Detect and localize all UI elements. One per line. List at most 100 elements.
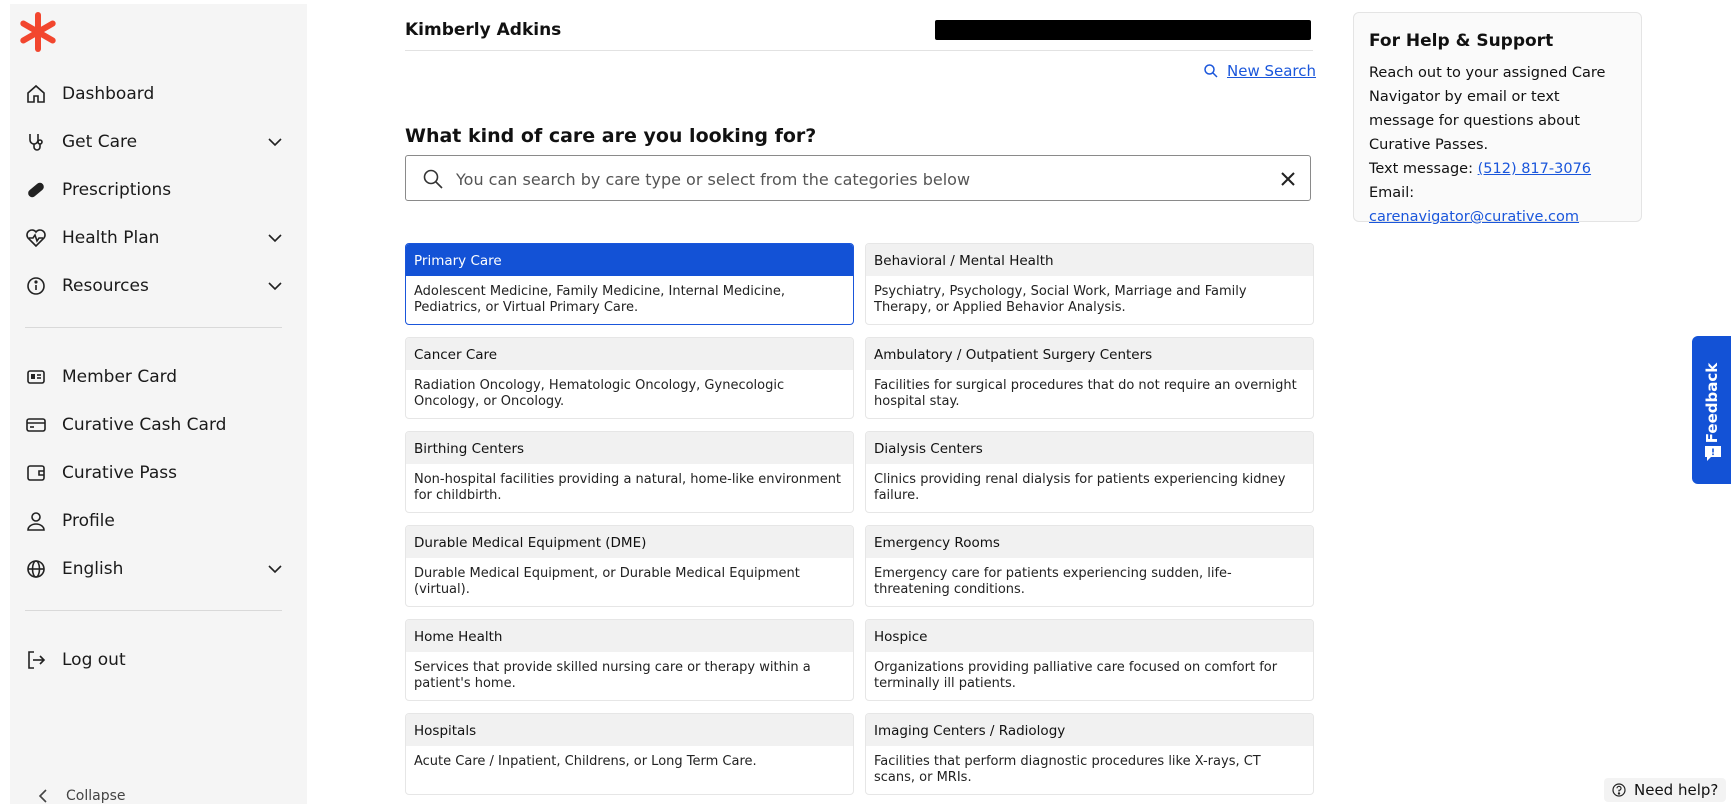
category-card-cancer-care[interactable]: Cancer Care Radiation Oncology, Hematolo… — [405, 337, 854, 419]
sidebar-item-profile[interactable]: Profile — [24, 506, 294, 536]
logout-icon — [24, 648, 48, 672]
category-card-hospice[interactable]: Hospice Organizations providing palliati… — [865, 619, 1314, 701]
credit-card-icon — [24, 413, 48, 437]
care-search — [405, 155, 1311, 201]
question-circle-icon — [1612, 783, 1626, 797]
chevron-down-icon[interactable] — [266, 133, 284, 151]
category-title: Imaging Centers / Radiology — [866, 714, 1313, 746]
category-card-birthing-centers[interactable]: Birthing Centers Non-hospital facilities… — [405, 431, 854, 513]
category-description: Clinics providing renal dialysis for pat… — [874, 472, 1286, 503]
category-title: Hospice — [866, 620, 1313, 652]
chat-icon — [1705, 446, 1721, 461]
sidebar-item-label: Health Plan — [62, 228, 160, 248]
collapse-label: Collapse — [66, 788, 126, 804]
need-help-button[interactable]: Need help? — [1604, 778, 1727, 802]
curative-logo-icon[interactable] — [18, 12, 58, 52]
help-phone-line: Text message: (512) 817-3076 — [1369, 157, 1626, 181]
category-title: Hospitals — [406, 714, 853, 746]
sidebar-item-label: Curative Pass — [62, 463, 177, 483]
redacted-info — [935, 20, 1311, 40]
user-icon — [24, 509, 48, 533]
globe-icon — [24, 557, 48, 581]
sidebar-item-label: Get Care — [62, 132, 138, 152]
sidebar-item-label: Curative Cash Card — [62, 415, 227, 435]
category-card-emergency-rooms[interactable]: Emergency Rooms Emergency care for patie… — [865, 525, 1314, 607]
new-search-link[interactable]: New Search — [1203, 62, 1316, 80]
home-icon — [24, 82, 48, 106]
sidebar-item-label: Member Card — [62, 367, 178, 387]
search-icon — [423, 169, 443, 189]
header-divider — [405, 50, 1313, 51]
sidebar-item-label: Dashboard — [62, 84, 155, 104]
category-card-dme[interactable]: Durable Medical Equipment (DME) Durable … — [405, 525, 854, 607]
chevron-down-icon[interactable] — [266, 229, 284, 247]
sidebar-divider — [25, 327, 282, 328]
sidebar-item-language[interactable]: English — [24, 554, 294, 584]
category-description: Adolescent Medicine, Family Medicine, In… — [414, 284, 785, 315]
category-description: Facilities for surgical procedures that … — [874, 378, 1297, 409]
email-label: Email: — [1369, 185, 1415, 201]
sidebar-item-prescriptions[interactable]: Prescriptions — [24, 175, 294, 205]
category-card-imaging-centers[interactable]: Imaging Centers / Radiology Facilities t… — [865, 713, 1314, 795]
category-description: Radiation Oncology, Hematologic Oncology… — [414, 378, 785, 409]
sidebar-item-label: Log out — [62, 650, 126, 670]
help-title: For Help & Support — [1369, 31, 1554, 51]
category-description: Facilities that perform diagnostic proce… — [874, 754, 1261, 785]
info-icon — [24, 274, 48, 298]
close-icon[interactable] — [1278, 169, 1298, 189]
stethoscope-icon — [24, 130, 48, 154]
care-search-input[interactable] — [454, 164, 1258, 194]
category-description: Durable Medical Equipment, or Durable Me… — [414, 566, 800, 597]
category-card-home-health[interactable]: Home Health Services that provide skille… — [405, 619, 854, 701]
phone-link[interactable]: (512) 817-3076 — [1478, 161, 1591, 177]
category-title: Ambulatory / Outpatient Surgery Centers — [866, 338, 1313, 370]
id-card-icon — [24, 365, 48, 389]
category-title: Dialysis Centers — [866, 432, 1313, 464]
help-body: Reach out to your assigned Care Navigato… — [1369, 65, 1606, 153]
category-description: Non-hospital facilities providing a natu… — [414, 472, 842, 503]
category-card-primary-care[interactable]: Primary Care Adolescent Medicine, Family… — [405, 243, 854, 325]
sidebar-item-curative-pass[interactable]: Curative Pass — [24, 458, 294, 488]
heart-pulse-icon — [24, 226, 48, 250]
category-title: Cancer Care — [406, 338, 853, 370]
text-message-label: Text message: — [1369, 161, 1473, 177]
sidebar-item-curative-cash-card[interactable]: Curative Cash Card — [24, 410, 294, 440]
sidebar-item-label: Resources — [62, 276, 149, 296]
need-help-label: Need help? — [1634, 781, 1719, 799]
category-card-behavioral-mental-health[interactable]: Behavioral / Mental Health Psychiatry, P… — [865, 243, 1314, 325]
chevron-down-icon[interactable] — [266, 277, 284, 295]
feedback-tab[interactable]: Feedback — [1692, 336, 1731, 484]
chevron-down-icon[interactable] — [266, 560, 284, 578]
sidebar-item-log-out[interactable]: Log out — [24, 645, 294, 675]
pill-icon — [24, 178, 48, 202]
category-title: Home Health — [406, 620, 853, 652]
chevron-left-icon — [38, 788, 52, 804]
category-title: Behavioral / Mental Health — [866, 244, 1313, 276]
wallet-icon — [24, 461, 48, 485]
sidebar-item-resources[interactable]: Resources — [24, 271, 294, 301]
category-description: Services that provide skilled nursing ca… — [414, 660, 811, 691]
category-title: Primary Care — [406, 244, 853, 276]
email-link[interactable]: carenavigator@curative.com — [1369, 209, 1579, 225]
sidebar-item-dashboard[interactable]: Dashboard — [24, 79, 294, 109]
sidebar-item-label: English — [62, 559, 124, 579]
page-title: What kind of care are you looking for? — [405, 125, 817, 147]
sidebar-divider — [25, 610, 282, 611]
user-name: Kimberly Adkins — [405, 20, 562, 40]
feedback-label: Feedback — [1703, 362, 1721, 444]
collapse-button[interactable]: Collapse — [38, 788, 126, 804]
search-icon — [1203, 63, 1219, 79]
help-support-panel: For Help & Support Reach out to your ass… — [1353, 12, 1642, 225]
sidebar: Dashboard Get Care Prescriptions Health … — [10, 4, 307, 804]
sidebar-item-get-care[interactable]: Get Care — [24, 127, 294, 157]
category-card-dialysis-centers[interactable]: Dialysis Centers Clinics providing renal… — [865, 431, 1314, 513]
category-description: Organizations providing palliative care … — [874, 660, 1278, 691]
category-card-hospitals[interactable]: Hospitals Acute Care / Inpatient, Childr… — [405, 713, 854, 795]
category-card-ambulatory-surgery[interactable]: Ambulatory / Outpatient Surgery Centers … — [865, 337, 1314, 419]
sidebar-item-health-plan[interactable]: Health Plan — [24, 223, 294, 253]
sidebar-item-label: Prescriptions — [62, 180, 172, 200]
new-search-label: New Search — [1227, 62, 1317, 80]
sidebar-item-label: Profile — [62, 511, 115, 531]
sidebar-item-member-card[interactable]: Member Card — [24, 362, 294, 392]
category-title: Emergency Rooms — [866, 526, 1313, 558]
